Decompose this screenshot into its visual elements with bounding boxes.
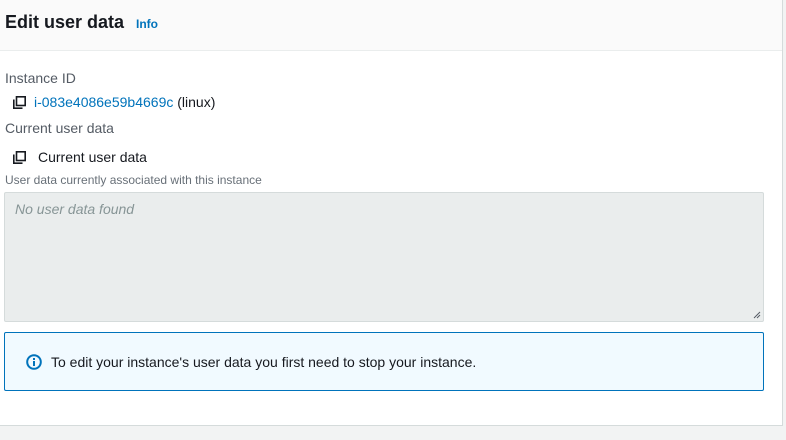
instance-id-label: Instance ID <box>5 70 76 86</box>
edit-user-data-panel: Edit user data Info Instance ID i-083e40… <box>0 0 783 426</box>
page-title: Edit user data <box>5 12 125 32</box>
info-alert: To edit your instance's user data you fi… <box>4 332 764 391</box>
instance-id-value[interactable]: i-083e4086e59b4669c <box>34 94 173 110</box>
user-data-description: User data currently associated with this… <box>5 173 262 187</box>
copy-icon[interactable] <box>13 151 26 164</box>
user-data-textarea[interactable]: No user data found <box>4 192 764 322</box>
copy-icon[interactable] <box>13 96 26 109</box>
resize-handle-icon[interactable] <box>753 311 761 319</box>
panel-header: Edit user data Info <box>0 0 782 51</box>
info-circle-icon <box>26 354 42 370</box>
instance-platform: (linux) <box>177 94 216 110</box>
instance-id-link[interactable]: i-083e4086e59b4669c (linux) <box>34 93 215 111</box>
current-user-data-label: Current user data <box>5 120 114 136</box>
info-link[interactable]: Info <box>136 16 158 32</box>
copy-current-user-data-button[interactable]: Current user data <box>38 148 147 166</box>
user-data-placeholder: No user data found <box>15 201 135 217</box>
alert-message: To edit your instance's user data you fi… <box>51 354 477 370</box>
